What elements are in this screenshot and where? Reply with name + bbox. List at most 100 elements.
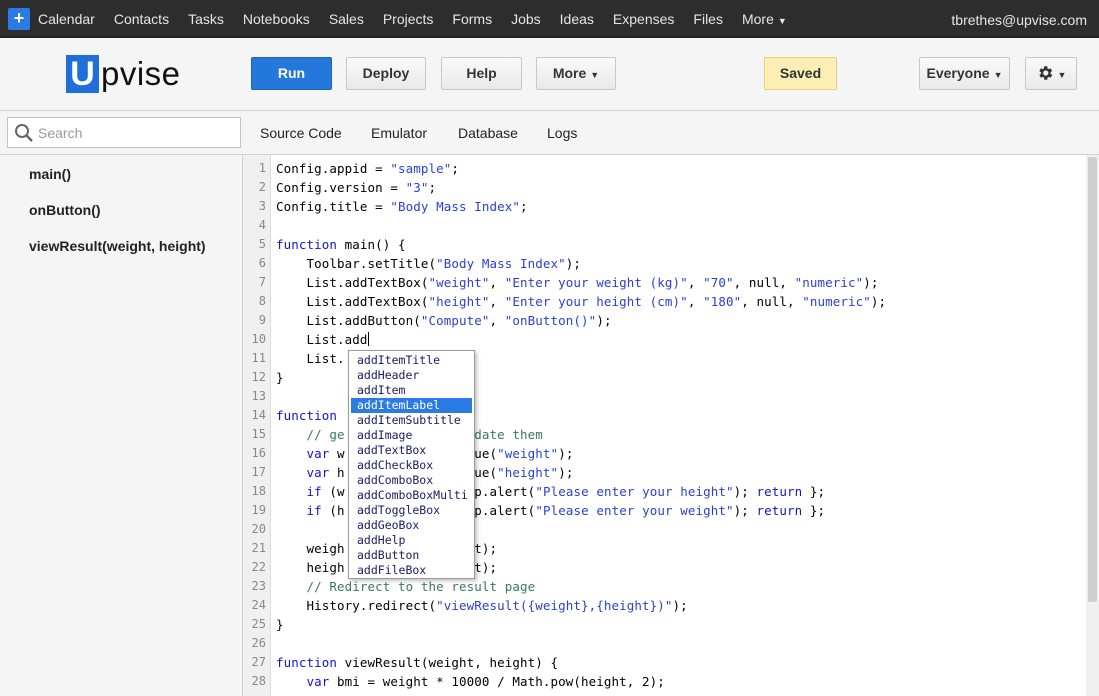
nav-items: Calendar Contacts Tasks Notebooks Sales …	[38, 0, 806, 38]
line-number: 6	[258, 256, 266, 270]
autocomplete-item[interactable]: addToggleBox	[351, 503, 472, 518]
line-number: 11	[251, 351, 266, 365]
nav-more-label: More	[741, 11, 774, 27]
nav-item-more[interactable]: More ▼	[742, 11, 787, 27]
tab-database[interactable]: Database	[458, 125, 518, 141]
autocomplete-item[interactable]: addItemTitle	[351, 353, 472, 368]
line-number: 16	[251, 446, 266, 460]
help-button[interactable]: Help	[441, 57, 522, 90]
autocomplete-item[interactable]: addItemLabel	[351, 398, 472, 413]
autocomplete-item[interactable]: addGeoBox	[351, 518, 472, 533]
line-number: 3	[258, 199, 266, 213]
line-number: 25	[251, 617, 266, 631]
deploy-button[interactable]: Deploy	[346, 57, 426, 90]
autocomplete-item[interactable]: addComboBox	[351, 473, 472, 488]
line-number: 21	[251, 541, 266, 555]
line-number: 9	[258, 313, 266, 327]
line-number: 18	[251, 484, 266, 498]
code-line: List.	[276, 351, 345, 366]
sidebar-item-viewresult[interactable]: viewResult(weight, height)	[29, 238, 206, 254]
caret-down-icon: ▼	[590, 70, 600, 80]
search-input[interactable]	[38, 122, 234, 144]
code-line: Config.title = "Body Mass Index";	[276, 199, 528, 214]
search-box[interactable]	[7, 117, 241, 148]
tabs-row: Source Code Emulator Database Logs	[0, 111, 1099, 155]
settings-button[interactable]: ▼	[1025, 57, 1077, 90]
line-number: 22	[251, 560, 266, 574]
scrollbar-thumb[interactable]	[1088, 157, 1097, 602]
nav-item-expenses[interactable]: Expenses	[613, 11, 674, 27]
code-line: }	[276, 617, 284, 632]
function-sidebar: main() onButton() viewResult(weight, hei…	[0, 155, 243, 696]
autocomplete-item[interactable]: addHelp	[351, 533, 472, 548]
run-button[interactable]: Run	[251, 57, 332, 90]
code-line: function main() {	[276, 237, 406, 252]
nav-item-calendar[interactable]: Calendar	[38, 11, 95, 27]
line-number: 7	[258, 275, 266, 289]
code-line: List.addButton("Compute", "onButton()");	[276, 313, 612, 328]
line-number-gutter: 1 2 3 4 5 6 7 8 9 10 11 12 13 14 15 16 17 18 19 20 21 22 23 24 2…	[243, 155, 271, 696]
autocomplete-item[interactable]: addItemSubtitle	[351, 413, 472, 428]
search-icon	[15, 124, 33, 142]
tab-logs[interactable]: Logs	[547, 125, 577, 141]
line-number: 12	[251, 370, 266, 384]
gear-icon	[1038, 66, 1052, 80]
autocomplete-item[interactable]: addItem	[351, 383, 472, 398]
code-line: List.addTextBox("weight", "Enter your we…	[276, 275, 879, 290]
line-number: 23	[251, 579, 266, 593]
nav-item-ideas[interactable]: Ideas	[560, 11, 594, 27]
nav-item-files[interactable]: Files	[693, 11, 723, 27]
sidebar-item-main[interactable]: main()	[29, 166, 71, 182]
everyone-label: Everyone	[926, 65, 990, 81]
more-button[interactable]: More ▼	[536, 57, 616, 90]
tab-emulator[interactable]: Emulator	[371, 125, 427, 141]
caret-down-icon: ▼	[1057, 70, 1067, 80]
code-line: // Redirect to the result page	[306, 579, 536, 594]
more-label: More	[552, 65, 587, 81]
line-number: 20	[251, 522, 266, 536]
saved-status-button[interactable]: Saved	[764, 57, 837, 90]
everyone-dropdown[interactable]: Everyone ▼	[919, 57, 1010, 90]
line-number: 17	[251, 465, 266, 479]
code-line: function viewResult(weight, height) {	[276, 655, 559, 670]
line-number: 26	[251, 636, 266, 650]
caret-down-icon: ▼	[777, 16, 787, 26]
autocomplete-item[interactable]: addTextBox	[351, 443, 472, 458]
code-line: Config.version = "3";	[276, 180, 437, 195]
line-number: 27	[251, 655, 266, 669]
line-number: 24	[251, 598, 266, 612]
nav-item-tasks[interactable]: Tasks	[188, 11, 224, 27]
logo-text: pvise	[101, 55, 181, 92]
code-line: List.add	[276, 332, 369, 347]
autocomplete-item[interactable]: addButton	[351, 548, 472, 563]
autocomplete-item[interactable]: addHeader	[351, 368, 472, 383]
sidebar-item-onbutton[interactable]: onButton()	[29, 202, 101, 218]
caret-down-icon: ▼	[993, 70, 1003, 80]
autocomplete-item[interactable]: addFileBox	[351, 563, 472, 578]
line-number: 4	[258, 218, 266, 232]
autocomplete-item[interactable]: addImage	[351, 428, 472, 443]
add-button[interactable]: +	[8, 8, 30, 30]
line-number: 5	[258, 237, 266, 251]
logo-letter: U	[66, 55, 99, 93]
autocomplete-item[interactable]: addComboBoxMulti	[351, 488, 472, 503]
nav-item-contacts[interactable]: Contacts	[114, 11, 169, 27]
top-nav: + Calendar Contacts Tasks Notebooks Sale…	[0, 0, 1099, 38]
autocomplete-popup: addItemTitle addHeader addItem addItemLabel…	[348, 350, 475, 579]
autocomplete-item[interactable]: addCheckBox	[351, 458, 472, 473]
nav-item-jobs[interactable]: Jobs	[511, 11, 541, 27]
code-line: var bmi = weight * 10000 / Math.pow(heig…	[306, 674, 665, 689]
line-number: 2	[258, 180, 266, 194]
nav-item-forms[interactable]: Forms	[452, 11, 492, 27]
user-account-link[interactable]: tbrethes@upvise.com	[951, 12, 1087, 28]
nav-item-projects[interactable]: Projects	[383, 11, 434, 27]
tab-source-code[interactable]: Source Code	[260, 125, 342, 141]
line-number: 1	[258, 161, 266, 175]
code-line: List.addTextBox("height", "Enter your he…	[276, 294, 887, 309]
nav-item-notebooks[interactable]: Notebooks	[243, 11, 310, 27]
nav-item-sales[interactable]: Sales	[329, 11, 364, 27]
line-number: 10	[251, 332, 266, 346]
upvise-logo: U pvise	[66, 55, 181, 93]
code-line: }	[276, 370, 284, 385]
editor-scrollbar[interactable]	[1086, 155, 1099, 696]
